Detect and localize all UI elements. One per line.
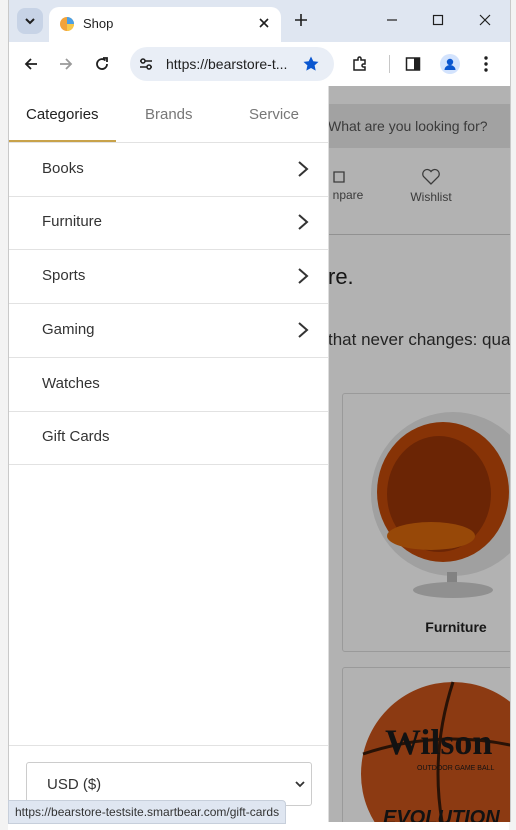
browser-tab[interactable]: Shop [49, 7, 281, 42]
chevron-right-icon [298, 322, 309, 338]
tab-service[interactable]: Service [249, 106, 299, 123]
side-panel-button[interactable] [403, 54, 423, 74]
drawer-backdrop[interactable] [328, 86, 510, 822]
menu-button[interactable] [476, 54, 496, 74]
menu-item-books[interactable]: Books [9, 143, 328, 197]
bookmark-star-icon[interactable] [302, 55, 320, 73]
category-drawer: Categories Brands Service Books Furnitur… [9, 86, 329, 822]
back-button[interactable] [19, 52, 43, 76]
menu-item-label: Sports [42, 267, 86, 284]
page-content: What are you looking for? npare Wishlist… [9, 86, 510, 822]
more-vert-icon [484, 56, 488, 72]
menu-item-label: Furniture [42, 213, 103, 230]
chevron-right-icon [298, 268, 309, 284]
menu-item-watches[interactable]: Watches [9, 358, 328, 412]
window-close-button[interactable] [470, 8, 500, 32]
drawer-footer-divider [9, 745, 328, 746]
currency-value: USD ($) [47, 776, 102, 793]
menu-item-gift-cards[interactable]: Gift Cards [9, 411, 328, 465]
chevron-down-icon [25, 18, 35, 25]
address-bar[interactable]: https://bearstore-t... [130, 47, 334, 81]
chevron-right-icon [298, 161, 309, 177]
close-icon [259, 18, 269, 28]
menu-item-sports[interactable]: Sports [9, 250, 328, 304]
tab-title: Shop [83, 16, 114, 31]
menu-item-label: Gaming [42, 321, 95, 338]
extensions-button[interactable] [350, 54, 370, 74]
tab-close-button[interactable] [255, 14, 273, 32]
tab-strip: Shop [9, 0, 510, 42]
reload-icon [96, 57, 108, 70]
shop-favicon-icon [60, 17, 74, 31]
toolbar-separator [389, 55, 390, 73]
menu-item-label: Watches [42, 375, 100, 392]
tab-brands[interactable]: Brands [145, 106, 193, 123]
menu-item-label: Gift Cards [42, 428, 110, 445]
browser-window: Shop https://bearstore-t... What are you… [8, 0, 511, 822]
drawer-tabs: Categories Brands Service [9, 86, 328, 143]
minimize-button[interactable] [377, 8, 407, 32]
status-bubble: https://bearstore-testsite.smartbear.com… [8, 800, 287, 824]
forward-button[interactable] [54, 52, 78, 76]
minimize-icon [387, 19, 397, 21]
maximize-icon [432, 14, 444, 26]
menu-item-gaming[interactable]: Gaming [9, 304, 328, 358]
browser-toolbar: https://bearstore-t... [9, 42, 510, 86]
reload-button[interactable] [90, 52, 114, 76]
chevron-right-icon [298, 214, 309, 230]
active-tab-indicator [9, 140, 116, 142]
arrow-left-icon [24, 58, 37, 70]
site-settings-icon[interactable] [138, 56, 154, 72]
close-icon [479, 14, 491, 26]
avatar-icon [440, 54, 460, 74]
tab-search-button[interactable] [17, 8, 43, 34]
arrow-right-icon [60, 58, 73, 70]
profile-button[interactable] [440, 54, 460, 74]
chevron-down-icon [295, 781, 305, 788]
side-panel-icon [405, 57, 421, 71]
menu-item-furniture[interactable]: Furniture [9, 196, 328, 250]
new-tab-button[interactable] [291, 11, 311, 31]
plus-icon [295, 14, 307, 26]
url-text: https://bearstore-t... [166, 56, 288, 72]
menu-item-label: Books [42, 160, 84, 177]
puzzle-icon [353, 56, 366, 71]
desktop-background-left [0, 0, 8, 830]
tab-categories[interactable]: Categories [26, 106, 99, 123]
maximize-button[interactable] [423, 8, 453, 32]
